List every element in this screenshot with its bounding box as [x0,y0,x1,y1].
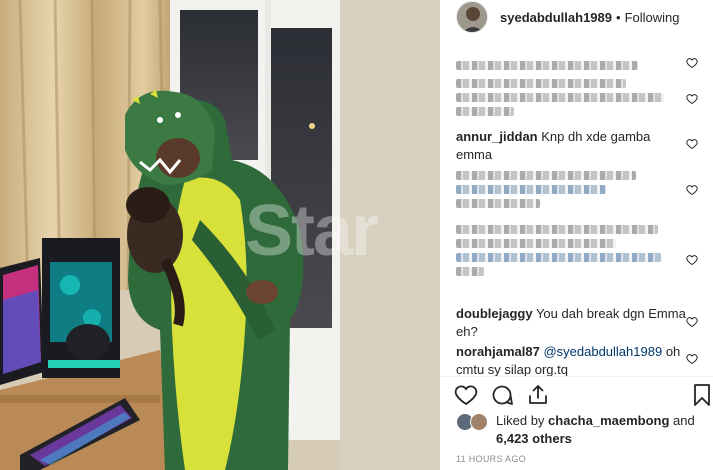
blurred-text [456,79,626,88]
heart-icon[interactable] [686,93,698,105]
liker-avatar[interactable] [470,413,488,431]
actions-divider [440,376,713,377]
likes-prefix: Liked by [496,413,545,428]
heart-icon[interactable] [686,316,698,328]
post-sidebar: syedabdullah1989 • Following annur_jidda… [440,0,713,470]
blurred-text [456,107,514,116]
blurred-text [456,267,484,276]
likes-text: Liked by chacha_maembong and 6,423 other… [496,412,706,448]
comment-blurred [456,56,686,74]
following-button[interactable]: Following [625,10,680,25]
blurred-text [456,61,638,70]
comment-blurred [456,74,686,120]
post-header: syedabdullah1989 • Following [440,0,713,34]
blurred-text [456,93,664,102]
likes-middle: and [673,413,695,428]
comment-icon[interactable] [490,383,514,407]
blurred-text [456,225,658,234]
post-photo[interactable]: Star [0,0,440,470]
blurred-text [456,185,606,194]
heart-icon[interactable] [686,138,698,150]
comment-item: doublejaggy You dah break dgn Emma eh? [456,305,686,341]
comment-author[interactable]: doublejaggy [456,306,533,321]
avatar[interactable] [456,1,488,33]
heart-icon[interactable] [686,57,698,69]
liker-avatars [456,413,490,433]
heart-icon[interactable] [686,353,698,365]
post-actions [454,383,550,409]
heart-icon[interactable] [686,184,698,196]
post-timestamp[interactable]: 11 HOURS AGO [456,454,526,464]
share-icon[interactable] [526,383,550,407]
comment-author[interactable]: norahjamal87 [456,344,540,359]
comment-author[interactable]: annur_jiddan [456,129,538,144]
avatar-image [457,2,487,32]
bookmark-icon[interactable] [693,384,711,406]
likes-summary: Liked by chacha_maembong and 6,423 other… [456,412,706,448]
heart-icon[interactable] [686,254,698,266]
blurred-text [456,199,540,208]
comment-item: annur_jiddan Knp dh xde gamba emma [456,128,686,164]
blurred-text [456,239,616,248]
watermark-text: Star [245,191,379,271]
comment-mention[interactable]: @syedabdullah1989 [543,344,662,359]
comment-item: norahjamal87 @syedabdullah1989 oh cmtu s… [456,343,686,379]
likes-count[interactable]: 6,423 others [496,431,572,446]
header-separator: • [616,9,621,25]
comment-blurred [456,220,686,280]
heart-icon[interactable] [454,383,478,407]
liked-by-user[interactable]: chacha_maembong [548,413,669,428]
comment-blurred [456,166,686,212]
post-username[interactable]: syedabdullah1989 [500,10,612,25]
blurred-text [456,171,636,180]
blurred-text [456,253,661,262]
